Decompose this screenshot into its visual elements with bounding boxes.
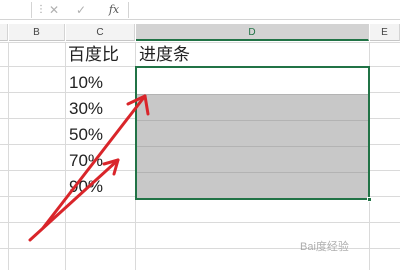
cell-d1[interactable]: 进度条 [139,44,190,66]
cell-c3[interactable]: 30% [69,98,103,120]
cell-c4[interactable]: 50% [69,124,103,146]
cell-c2[interactable]: 10% [69,72,103,94]
check-icon[interactable]: ✓ [72,2,90,18]
column-header-corner[interactable] [0,24,8,41]
column-header-b[interactable]: B [9,24,65,41]
row-divider [137,120,368,121]
cell-c6[interactable]: 90% [69,176,103,198]
row-divider [137,94,368,95]
formula-input[interactable] [128,2,400,18]
row-divider [137,172,368,173]
column-header-d[interactable]: D [136,24,369,41]
cell-c5[interactable]: 70% [69,150,103,172]
close-icon[interactable]: ✕ [45,2,63,18]
cell-c1[interactable]: 百度比 [68,44,119,66]
formula-bar-separator: ⋮ [36,4,46,15]
fill-handle[interactable] [367,197,372,202]
column-header-c[interactable]: C [66,24,135,41]
watermark: Bai度经验 [300,241,349,253]
fx-icon[interactable]: fx [103,2,125,18]
name-box[interactable] [0,2,32,18]
formula-bar: ⋮ ✕ ✓ fx [0,0,400,20]
row-divider [137,146,368,147]
column-header-e[interactable]: E [370,24,400,41]
selected-range-d2-d6[interactable] [135,66,372,202]
